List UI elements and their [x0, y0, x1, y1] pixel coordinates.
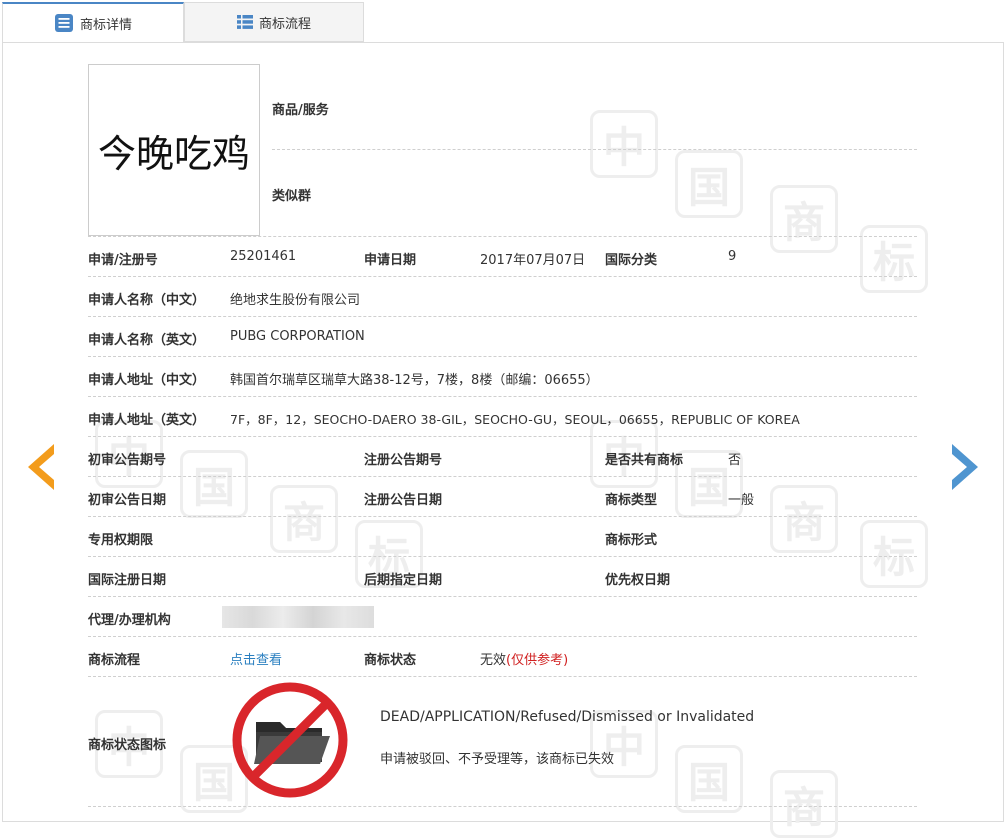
applicant-cn-label: 申请人名称（中文）	[88, 293, 206, 308]
priority-date-label: 优先权日期	[605, 573, 671, 588]
tab-label: 商标详情	[79, 17, 132, 33]
divider	[88, 676, 917, 677]
watermark: 商	[770, 485, 838, 553]
trademark-image: 今晚吃鸡	[88, 64, 260, 236]
intl-class-value: 9	[728, 249, 737, 264]
prev-arrow-button[interactable]	[22, 442, 56, 492]
applicant-en-value: PUBG CORPORATION	[230, 329, 365, 344]
divider	[88, 396, 917, 397]
grid-list-icon	[236, 14, 253, 30]
prohibited-folder-icon	[230, 680, 350, 800]
app-date-label: 申请日期	[364, 253, 417, 268]
divider	[88, 806, 917, 807]
watermark: 商	[270, 485, 338, 553]
watermark: 中	[590, 110, 658, 178]
divider	[88, 356, 917, 357]
status-cn-text: 申请被驳回、不予受理等，该商标已失效	[380, 752, 615, 767]
address-cn-label: 申请人地址（中文）	[88, 373, 206, 388]
goods-services-label: 商品/服务	[272, 103, 329, 118]
divider	[272, 149, 917, 150]
prelim-pub-no-label: 初审公告期号	[88, 453, 167, 468]
mark-form-label: 商标形式	[605, 533, 658, 548]
applicant-cn-value: 绝地求生股份有限公司	[230, 293, 361, 308]
shared-value: 否	[728, 453, 742, 468]
app-date-value: 2017年07月07日	[480, 253, 586, 268]
trademark-image-text: 今晚吃鸡	[97, 131, 250, 176]
chevron-right-icon	[952, 444, 978, 490]
status-note: (仅供参考)	[506, 653, 569, 668]
view-process-link[interactable]: 点击查看	[230, 649, 282, 668]
similar-group-label: 类似群	[272, 189, 312, 204]
reg-no-label: 申请/注册号	[88, 253, 158, 268]
intl-class-label: 国际分类	[605, 253, 658, 268]
process-label: 商标流程	[88, 653, 141, 668]
status-text: 无效	[480, 653, 507, 668]
watermark: 商	[770, 185, 838, 253]
status-en-text: DEAD/APPLICATION/Refused/Dismissed or In…	[380, 709, 755, 725]
watermark: 国	[675, 150, 743, 218]
mark-type-value: 一般	[728, 493, 755, 508]
divider	[88, 596, 917, 597]
watermark: 标	[860, 520, 928, 588]
later-designation-label: 后期指定日期	[364, 573, 443, 588]
divider	[88, 636, 917, 637]
exclusive-period-label: 专用权期限	[88, 533, 154, 548]
tab-trademark-process[interactable]: 商标流程	[184, 2, 364, 42]
divider	[88, 316, 917, 317]
status-value: 无效(仅供参考)	[480, 649, 568, 668]
divider	[88, 476, 917, 477]
agent-label: 代理/办理机构	[88, 613, 171, 628]
watermark: 国	[675, 745, 743, 813]
mark-type-label: 商标类型	[605, 493, 658, 508]
prelim-pub-date-label: 初审公告日期	[88, 493, 167, 508]
divider	[88, 236, 917, 237]
intl-reg-date-label: 国际注册日期	[88, 573, 167, 588]
reg-no-value: 25201461	[230, 249, 297, 264]
status-label: 商标状态	[364, 653, 417, 668]
applicant-en-label: 申请人名称（英文）	[88, 333, 206, 348]
document-list-icon	[54, 13, 74, 33]
chevron-left-icon	[28, 444, 54, 490]
reg-pub-date-label: 注册公告日期	[364, 493, 443, 508]
address-en-label: 申请人地址（英文）	[88, 413, 206, 428]
agent-value-redacted	[222, 606, 374, 628]
address-en-value: 7F，8F，12，SEOCHO-DAERO 38-GIL，SEOCHO-GU，S…	[230, 412, 800, 427]
watermark: 商	[770, 770, 838, 838]
divider	[88, 436, 917, 437]
tab-bar: 商标详情 商标流程	[2, 2, 364, 43]
tab-label: 商标流程	[258, 16, 311, 32]
divider	[88, 556, 917, 557]
divider	[88, 516, 917, 517]
address-cn-value: 韩国首尔瑞草区瑞草大路38-12号，7楼，8楼（邮编：06655）	[230, 373, 599, 388]
watermark: 国	[180, 450, 248, 518]
status-icon-label: 商标状态图标	[88, 738, 167, 753]
reg-pub-no-label: 注册公告期号	[364, 453, 443, 468]
tab-trademark-details[interactable]: 商标详情	[2, 2, 184, 42]
next-arrow-button[interactable]	[950, 442, 984, 492]
divider	[88, 276, 917, 277]
shared-label: 是否共有商标	[605, 453, 684, 468]
